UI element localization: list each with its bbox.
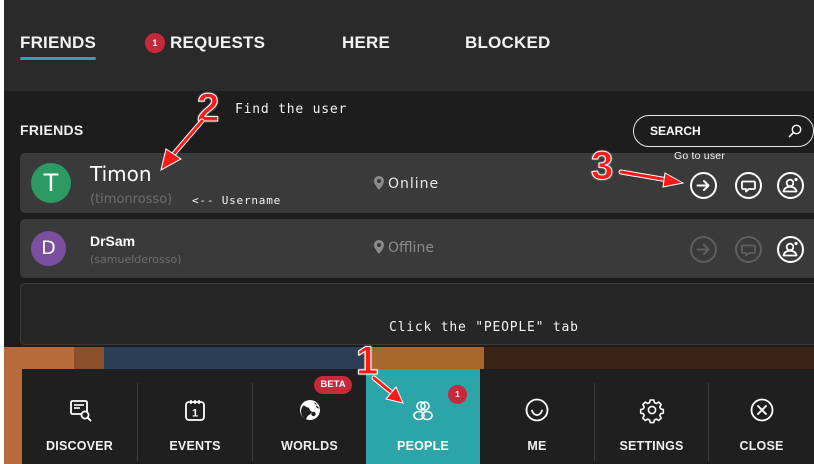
search-box[interactable] xyxy=(633,115,814,147)
friend-name: Timon xyxy=(90,162,152,186)
step3-number: 3 xyxy=(590,144,614,188)
avatar: T xyxy=(31,163,71,203)
discover-icon xyxy=(65,395,95,425)
step2-number: 2 xyxy=(196,86,220,130)
events-icon-text: 1 xyxy=(192,408,198,420)
user-options-button[interactable] xyxy=(776,171,805,200)
people-panel: FRIENDS 1 REQUESTS HERE BLOCKED FRIENDS T… xyxy=(4,0,814,464)
go-to-user-button[interactable] xyxy=(689,171,718,200)
step1-caption: Click the "PEOPLE" tab xyxy=(389,320,579,335)
nav-events[interactable]: 1 EVENTS xyxy=(138,369,252,464)
username-caption: <-- Username xyxy=(192,194,282,207)
nav-discover[interactable]: DISCOVER xyxy=(22,369,137,464)
tab-friends[interactable]: FRIENDS xyxy=(20,33,97,60)
friend-status: Online xyxy=(374,176,439,192)
friend-row-drsam[interactable]: D DrSam (samuelderosso) Offline xyxy=(20,219,814,278)
location-pin-icon xyxy=(374,176,384,190)
nav-me-label: ME xyxy=(527,439,547,453)
close-icon xyxy=(747,395,777,425)
friend-status-text: Online xyxy=(388,176,440,192)
go-to-user-button[interactable] xyxy=(689,235,718,264)
avatar: D xyxy=(31,231,66,266)
step2-caption: Find the user xyxy=(235,102,348,117)
location-pin-icon xyxy=(374,240,384,254)
tab-friends-label: FRIENDS xyxy=(20,33,97,52)
nav-close[interactable]: CLOSE xyxy=(709,369,814,464)
tab-requests-label: REQUESTS xyxy=(170,33,266,52)
friend-status: Offline xyxy=(374,240,434,256)
nav-people[interactable]: PEOPLE xyxy=(366,369,480,464)
chat-button[interactable] xyxy=(734,171,763,200)
tab-requests[interactable]: 1 REQUESTS xyxy=(145,33,265,53)
tab-here[interactable]: HERE xyxy=(342,33,390,53)
chat-button[interactable] xyxy=(734,235,763,264)
friends-section-title: FRIENDS xyxy=(20,122,84,138)
tab-blocked[interactable]: BLOCKED xyxy=(465,33,550,53)
nav-me[interactable]: ME xyxy=(480,369,594,464)
user-options-icon xyxy=(777,172,804,199)
nav-close-label: CLOSE xyxy=(739,439,784,453)
empty-friend-slot xyxy=(20,283,814,345)
requests-badge: 1 xyxy=(145,33,165,53)
nav-settings[interactable]: SETTINGS xyxy=(595,369,708,464)
go-to-user-icon xyxy=(690,236,717,263)
top-tab-bar: FRIENDS 1 REQUESTS HERE BLOCKED xyxy=(4,0,814,91)
chat-icon xyxy=(735,172,762,199)
search-icon[interactable] xyxy=(787,123,803,139)
nav-events-label: EVENTS xyxy=(169,439,221,453)
people-badge: 1 xyxy=(448,385,467,404)
friend-status-text: Offline xyxy=(388,240,434,256)
beta-badge: BETA xyxy=(314,376,352,394)
friend-handle: (timonrosso) xyxy=(90,192,173,207)
step1-number: 1 xyxy=(355,339,379,383)
globe-icon xyxy=(295,395,325,425)
events-icon: 1 xyxy=(180,395,210,425)
smiley-icon xyxy=(522,395,552,425)
user-options-icon xyxy=(777,236,804,263)
friend-name: DrSam xyxy=(90,233,136,249)
chat-icon xyxy=(735,236,762,263)
go-to-user-tooltip: Go to user xyxy=(674,150,726,162)
nav-settings-label: SETTINGS xyxy=(619,439,684,453)
go-to-user-icon xyxy=(690,172,717,199)
bottom-nav: DISCOVER 1 EVENTS WORLDS BETA PEOPLE 1 M… xyxy=(22,369,814,464)
user-options-button[interactable] xyxy=(776,235,805,264)
nav-people-label: PEOPLE xyxy=(397,439,449,453)
friend-row-timon[interactable]: T Timon (timonrosso) Online xyxy=(20,153,814,213)
nav-discover-label: DISCOVER xyxy=(46,439,113,453)
people-icon xyxy=(408,395,438,425)
friend-handle: (samuelderosso) xyxy=(90,253,182,266)
gear-icon xyxy=(637,395,667,425)
tab-here-label: HERE xyxy=(342,33,391,52)
nav-worlds-label: WORLDS xyxy=(281,439,338,453)
tab-blocked-label: BLOCKED xyxy=(465,33,551,52)
search-input[interactable] xyxy=(650,123,780,139)
